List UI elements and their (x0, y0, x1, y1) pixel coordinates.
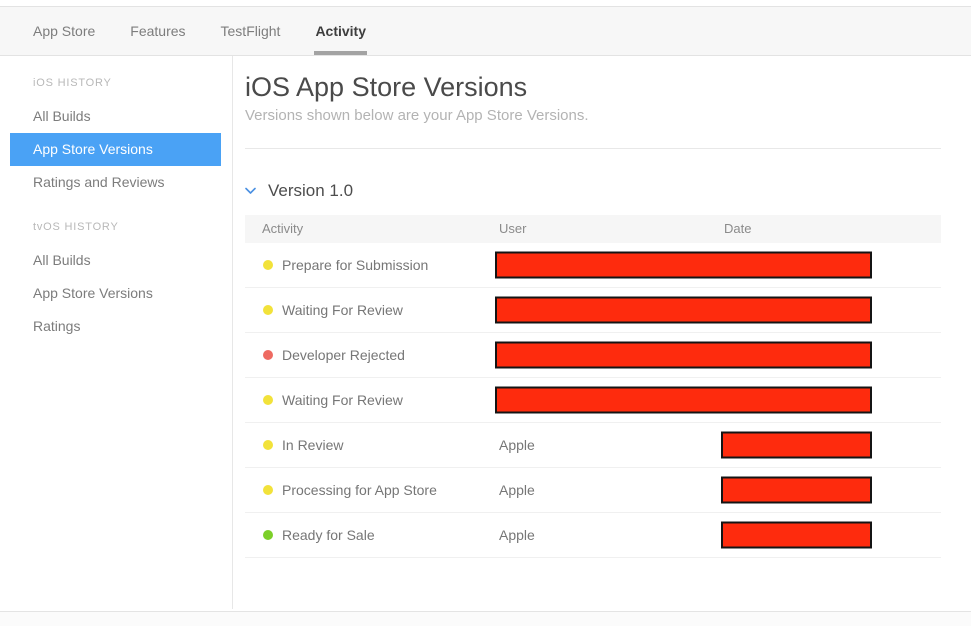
user-cell: Apple (499, 482, 535, 498)
table-row: Waiting For Review (245, 288, 941, 333)
nav-tab-testflight[interactable]: TestFlight (221, 7, 281, 55)
page-title: iOS App Store Versions (245, 72, 941, 103)
sidebar-item-ratings-and-reviews[interactable]: Ratings and Reviews (10, 166, 221, 199)
redaction-box (495, 252, 872, 279)
status-dot (263, 485, 273, 495)
version-section-toggle[interactable]: Version 1.0 (245, 181, 941, 201)
table-header: Activity User Date (245, 215, 941, 243)
main-content: iOS App Store Versions Versions shown be… (233, 56, 971, 609)
chevron-down-icon[interactable] (245, 187, 256, 195)
nav-tab-app-store[interactable]: App Store (33, 7, 95, 55)
sidebar-item-all-builds[interactable]: All Builds (10, 244, 221, 277)
sidebar-item-app-store-versions[interactable]: App Store Versions (10, 133, 221, 166)
status-dot (263, 395, 273, 405)
sidebar: iOS HISTORYAll BuildsApp Store VersionsR… (0, 56, 233, 609)
table-row: Ready for Sale Apple (245, 513, 941, 558)
activity-table: Activity User Date Prepare for Submissio… (245, 215, 941, 558)
redaction-box (495, 342, 872, 369)
sidebar-item-all-builds[interactable]: All Builds (10, 100, 221, 133)
redaction-box (721, 477, 872, 504)
top-navigation: App Store Features TestFlight Activity (0, 7, 971, 56)
activity-cell: Developer Rejected (282, 347, 405, 363)
activity-cell: Ready for Sale (282, 527, 375, 543)
activity-cell: In Review (282, 437, 343, 453)
table-body: Prepare for Submission Waiting For Review… (245, 243, 941, 558)
nav-tab-features[interactable]: Features (130, 7, 185, 55)
redaction-box (721, 432, 872, 459)
status-dot (263, 260, 273, 270)
sidebar-section-header: iOS HISTORY (0, 72, 232, 94)
version-section-label: Version 1.0 (268, 181, 353, 201)
table-row: In Review Apple (245, 423, 941, 468)
activity-cell: Prepare for Submission (282, 257, 428, 273)
column-header-activity: Activity (262, 215, 303, 243)
table-row: Waiting For Review (245, 378, 941, 423)
status-dot (263, 305, 273, 315)
redaction-box (495, 297, 872, 324)
redaction-box (495, 387, 872, 414)
sidebar-section-tvos-history: tvOS HISTORY All BuildsApp Store Versions… (0, 216, 232, 343)
content-divider (245, 148, 941, 149)
top-strip (0, 0, 971, 7)
activity-cell: Processing for App Store (282, 482, 437, 498)
redaction-box (721, 522, 872, 549)
column-header-date: Date (724, 215, 751, 243)
status-dot (263, 350, 273, 360)
sidebar-section-header: tvOS HISTORY (0, 216, 232, 238)
table-row: Prepare for Submission (245, 243, 941, 288)
sidebar-item-ratings[interactable]: Ratings (10, 310, 221, 343)
activity-cell: Waiting For Review (282, 302, 403, 318)
sidebar-item-app-store-versions[interactable]: App Store Versions (10, 277, 221, 310)
user-cell: Apple (499, 437, 535, 453)
page-footer (0, 611, 971, 626)
sidebar-section-ios-history: iOS HISTORY All BuildsApp Store VersionsR… (0, 72, 232, 199)
table-row: Developer Rejected (245, 333, 941, 378)
nav-tab-activity[interactable]: Activity (315, 7, 366, 55)
page-body: iOS HISTORYAll BuildsApp Store VersionsR… (0, 56, 971, 609)
table-row: Processing for App Store Apple (245, 468, 941, 513)
user-cell: Apple (499, 527, 535, 543)
status-dot (263, 530, 273, 540)
activity-cell: Waiting For Review (282, 392, 403, 408)
page-subtitle: Versions shown below are your App Store … (245, 107, 941, 124)
column-header-user: User (499, 215, 526, 243)
status-dot (263, 440, 273, 450)
